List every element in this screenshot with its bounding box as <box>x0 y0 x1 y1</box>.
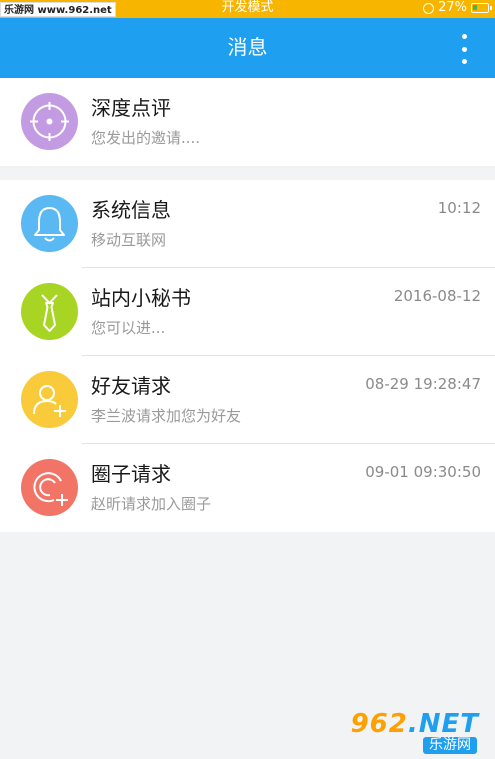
more-dots-icon <box>461 34 467 39</box>
item-time: 10:12 <box>437 199 481 217</box>
item-time: 2016-08-12 <box>393 287 481 305</box>
more-options-button[interactable] <box>459 34 469 64</box>
item-time: 09-01 09:30:50 <box>365 463 481 481</box>
bell-icon <box>21 195 78 252</box>
watermark-site: 乐游网 <box>423 737 477 754</box>
alarm-icon <box>423 2 435 14</box>
developer-mode-text: 开发模式 <box>221 0 274 15</box>
status-bar: 乐游网 www.962.net 开发模式 27% <box>0 0 495 18</box>
list-item-system-info[interactable]: 系统信息 移动互联网 10:12 <box>0 180 495 268</box>
add-friend-icon <box>21 371 78 428</box>
item-subtitle: 赵昕请求加入圈子 <box>91 495 212 513</box>
item-name: 站内小秘书 <box>91 286 191 310</box>
add-circle-icon <box>21 459 78 516</box>
item-subtitle: 您可以进... <box>91 319 166 337</box>
pinned-group: 深度点评 您发出的邀请.... <box>0 78 495 166</box>
item-subtitle: 李兰波请求加您为好友 <box>91 407 242 425</box>
target-icon <box>21 93 78 150</box>
list-item-site-secretary[interactable]: 站内小秘书 您可以进... 2016-08-12 <box>0 268 495 356</box>
tie-icon <box>21 283 78 340</box>
page-title: 消息 <box>227 35 268 59</box>
list-item-circle-request[interactable]: 圈子请求 赵昕请求加入圈子 09-01 09:30:50 <box>0 444 495 532</box>
battery-percent: 27% <box>438 0 467 15</box>
item-name: 深度点评 <box>91 96 171 120</box>
item-subtitle: 移动互联网 <box>91 231 167 249</box>
item-time: 08-29 19:28:47 <box>365 375 481 393</box>
item-name: 好友请求 <box>91 374 171 398</box>
item-name: 系统信息 <box>91 198 171 222</box>
title-bar: 消息 <box>0 18 495 78</box>
messages-group: 系统信息 移动互联网 10:12 站内小秘书 您可以进... 2016-08-1… <box>0 180 495 532</box>
watermark-number: 962.NET <box>350 709 479 739</box>
watermark-logo: 962.NET 乐游网 <box>351 707 487 755</box>
list-item-friend-request[interactable]: 好友请求 李兰波请求加您为好友 08-29 19:28:47 <box>0 356 495 444</box>
item-name: 圈子请求 <box>91 462 171 486</box>
status-icons: 27% <box>423 0 492 16</box>
battery-icon <box>471 3 492 13</box>
list-item-deep-review[interactable]: 深度点评 您发出的邀请.... <box>0 78 495 166</box>
item-subtitle: 您发出的邀请.... <box>91 129 201 147</box>
